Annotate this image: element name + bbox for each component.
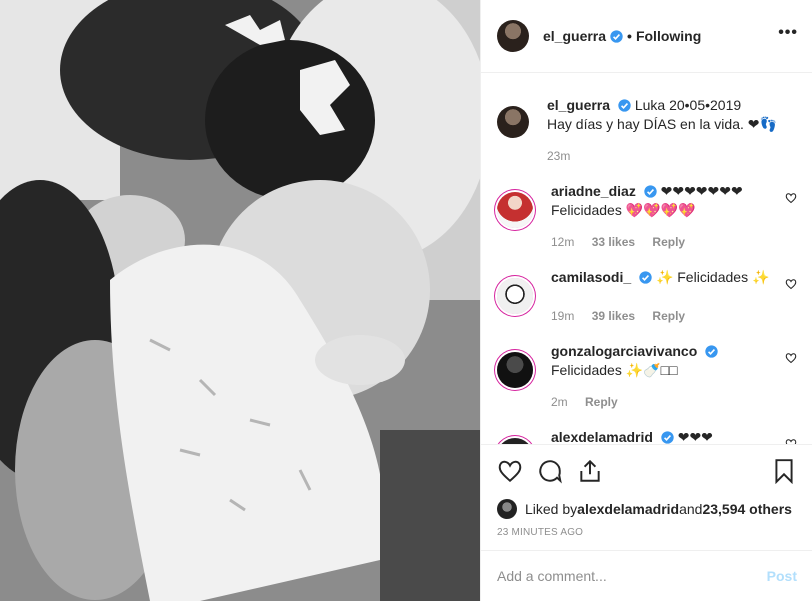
photo-illustration: [0, 0, 480, 601]
likes-summary: Liked by alexdelamadrid and 23,594 other…: [497, 499, 797, 519]
list-item: ariadne_diaz ❤❤❤❤❤❤❤ Felicidades 💖💖💖💖 12…: [497, 182, 797, 252]
caption-meta: 23m: [547, 147, 797, 166]
list-item: gonzalogarciavivanco Felicidades ✨🍼□□ 2m…: [497, 342, 797, 412]
author-username[interactable]: el_guerra: [543, 28, 606, 44]
comment-icon[interactable]: [537, 458, 563, 484]
heart-icon[interactable]: [785, 192, 797, 204]
post-header: el_guerra • Following •••: [481, 0, 812, 73]
post-panel: el_guerra • Following ••• el_guerra Luka…: [480, 0, 812, 601]
reply-button[interactable]: Reply: [585, 395, 618, 409]
comment-body: alexdelamadrid ❤❤❤: [551, 428, 797, 444]
add-comment-bar: Post: [481, 550, 812, 601]
verified-icon: [618, 99, 631, 112]
bookmark-icon[interactable]: [771, 458, 797, 484]
comment-meta: 12m 33 likes Reply: [551, 233, 797, 252]
verified-icon: [661, 431, 674, 444]
comment-text-line2: Felicidades 💖💖💖💖: [551, 202, 696, 218]
comment-username[interactable]: alexdelamadrid: [551, 429, 653, 444]
comment-username[interactable]: camilasodi_: [551, 269, 631, 285]
heart-icon[interactable]: [785, 352, 797, 364]
caption-text-line1: Luka 20•05•2019: [634, 97, 742, 113]
list-item: alexdelamadrid ❤❤❤: [497, 428, 797, 444]
verified-icon: [705, 345, 718, 358]
comment-time[interactable]: 12m: [551, 235, 574, 249]
verified-icon: [639, 271, 652, 284]
more-icon[interactable]: •••: [778, 25, 798, 41]
post-photo[interactable]: [0, 0, 480, 601]
avatar[interactable]: [497, 278, 533, 314]
verified-icon: [644, 185, 657, 198]
reply-button[interactable]: Reply: [652, 309, 685, 323]
likes-user[interactable]: alexdelamadrid: [577, 501, 679, 517]
avatar[interactable]: [497, 352, 533, 388]
comment-input[interactable]: [497, 568, 767, 584]
comment-body: gonzalogarciavivanco Felicidades ✨🍼□□ 2m…: [551, 342, 797, 412]
comment-username[interactable]: ariadne_diaz: [551, 183, 636, 199]
post-timestamp[interactable]: 23 MINUTES AGO: [497, 527, 797, 538]
comment-time[interactable]: 2m: [551, 395, 568, 409]
likes-prefix: Liked by: [525, 501, 578, 517]
comment-text-line2: Felicidades ✨🍼□□: [551, 362, 678, 378]
caption-body: el_guerra Luka 20•05•2019 Hay días y hay…: [547, 96, 797, 166]
comment-likes[interactable]: 33 likes: [592, 235, 635, 249]
likes-count[interactable]: 23,594 others: [702, 501, 792, 517]
caption-time[interactable]: 23m: [547, 149, 570, 163]
author-avatar[interactable]: [497, 20, 529, 52]
verified-icon: [610, 29, 623, 43]
header-separator: •: [627, 28, 632, 44]
heart-icon[interactable]: [785, 278, 797, 290]
post-actions: Liked by alexdelamadrid and 23,594 other…: [481, 444, 812, 538]
comment-time[interactable]: 19m: [551, 309, 574, 323]
comment-text: ❤❤❤❤❤❤❤: [660, 183, 743, 199]
comment-body: camilasodi_ ✨ Felicidades ✨ 19m 39 likes…: [551, 268, 797, 326]
comments-list[interactable]: el_guerra Luka 20•05•2019 Hay días y hay…: [481, 74, 812, 444]
caption-avatar[interactable]: [497, 106, 529, 138]
comment-meta: 19m 39 likes Reply: [551, 307, 797, 326]
caption-username[interactable]: el_guerra: [547, 97, 610, 113]
caption-text-line2: Hay días y hay DÍAS en la vida. ❤👣: [547, 116, 777, 132]
list-item: camilasodi_ ✨ Felicidades ✨ 19m 39 likes…: [497, 268, 797, 326]
heart-icon[interactable]: [497, 458, 523, 484]
comment-text: ❤❤❤: [677, 429, 713, 444]
reply-button[interactable]: Reply: [652, 235, 685, 249]
following-button[interactable]: Following: [636, 28, 701, 44]
comment-username[interactable]: gonzalogarciavivanco: [551, 343, 697, 359]
share-icon[interactable]: [577, 458, 603, 484]
likes-middle: and: [679, 501, 703, 517]
action-bar: [497, 457, 797, 485]
avatar[interactable]: [497, 192, 533, 228]
comment-likes[interactable]: 39 likes: [592, 309, 635, 323]
avatar[interactable]: [497, 499, 517, 519]
post-button[interactable]: Post: [767, 568, 797, 584]
comment-meta: 2m Reply: [551, 393, 797, 412]
comment-text: ✨ Felicidades ✨: [655, 269, 770, 285]
comment-body: ariadne_diaz ❤❤❤❤❤❤❤ Felicidades 💖💖💖💖 12…: [551, 182, 797, 252]
caption: el_guerra Luka 20•05•2019 Hay días y hay…: [497, 96, 797, 166]
